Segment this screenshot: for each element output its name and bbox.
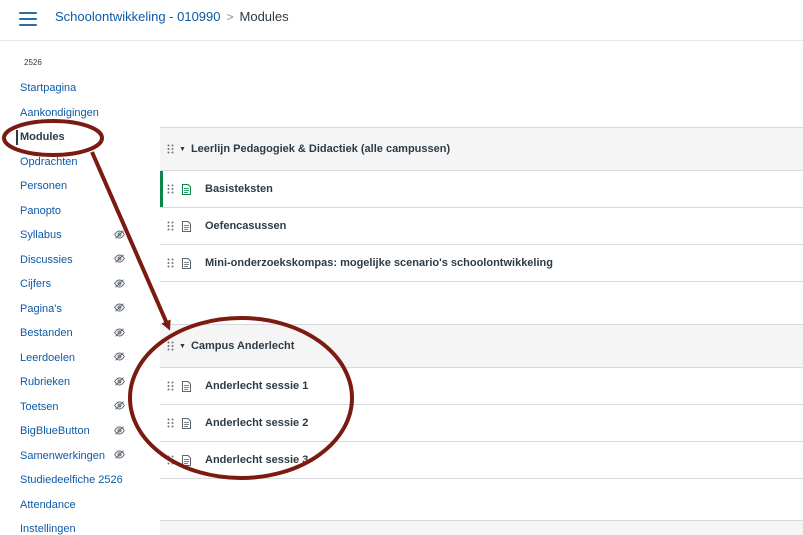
eye-slash-icon [112,370,126,395]
eye-slash-icon [112,419,126,444]
sidebar-item-discussies[interactable]: Discussies [0,248,150,273]
sidebar-item-bigbluebutton[interactable]: BigBlueButton [0,419,150,444]
module-leerlijn: ▼ Leerlijn Pedagogiek & Didactiek (alle … [160,127,803,326]
drag-handle-icon[interactable] [167,455,174,465]
eye-slash-icon [112,223,126,248]
eye-slash-icon [112,395,126,420]
page-icon [182,220,191,232]
course-nav-list: Startpagina Aankondigingen Modules Opdra… [0,76,150,535]
hamburger-menu-icon[interactable] [19,12,37,26]
eye-slash-icon [112,248,126,273]
module-item[interactable]: Basisteksten [160,171,803,208]
module-header[interactable]: ▼ Campus Anderlecht [160,324,803,368]
module-item-title[interactable]: Basisteksten [205,183,273,195]
sidebar-item-personen[interactable]: Personen [0,174,150,199]
module-item-title[interactable]: Anderlecht sessie 1 [205,380,308,392]
module-item[interactable]: Anderlecht sessie 3 [160,442,803,479]
sidebar-item-panopto[interactable]: Panopto [0,199,150,224]
breadcrumb: Schoolontwikkeling - 010990 > Modules [55,9,289,24]
sidebar-item-bestanden[interactable]: Bestanden [0,321,150,346]
page-icon [182,380,191,392]
course-nav-sidebar: 2526 Startpagina Aankondigingen Modules … [0,41,150,535]
page-icon [182,183,191,195]
eye-slash-icon [112,346,126,371]
module-title: Campus Anderlecht [190,340,295,352]
module-item-title[interactable]: Anderlecht sessie 2 [205,417,308,429]
sidebar-item-studiedeelfiche[interactable]: Studiedeelfiche 2526 [0,468,150,493]
drag-handle-icon[interactable] [167,221,174,231]
next-module-header [160,520,803,535]
breadcrumb-current: Modules [239,9,289,24]
module-campus-anderlecht: ▼ Campus Anderlecht Anderlecht sessie 1 … [160,324,803,479]
module-header[interactable]: ▼ Leerlijn Pedagogiek & Didactiek (alle … [160,127,803,171]
sidebar-item-startpagina[interactable]: Startpagina [0,76,150,101]
sidebar-item-samenwerkingen[interactable]: Samenwerkingen [0,444,150,469]
drag-handle-icon[interactable] [167,184,174,194]
sidebar-item-cijfers[interactable]: Cijfers [0,272,150,297]
eye-slash-icon [112,272,126,297]
module-item[interactable]: Oefencasussen [160,208,803,245]
module-item-title[interactable]: Anderlecht sessie 3 [205,454,308,466]
module-footer [160,282,803,326]
drag-handle-icon[interactable] [167,381,174,391]
sidebar-item-aankondigingen[interactable]: Aankondigingen [0,101,150,126]
caret-down-icon[interactable]: ▼ [179,343,186,350]
sidebar-item-rubrieken[interactable]: Rubrieken [0,370,150,395]
sidebar-item-leerdoelen[interactable]: Leerdoelen [0,346,150,371]
eye-slash-icon [112,321,126,346]
drag-handle-icon[interactable] [167,341,174,351]
eye-slash-icon [112,297,126,322]
sidebar-item-instellingen[interactable]: Instellingen [0,517,150,535]
module-title: Leerlijn Pedagogiek & Didactiek (alle ca… [190,143,451,155]
top-bar: Schoolontwikkeling - 010990 > Modules [0,0,803,41]
drag-handle-icon[interactable] [167,258,174,268]
sidebar-item-toetsen[interactable]: Toetsen [0,395,150,420]
eye-slash-icon [112,444,126,469]
sidebar-item-opdrachten[interactable]: Opdrachten [0,150,150,175]
term-label: 2526 [24,58,42,67]
sidebar-item-syllabus[interactable]: Syllabus [0,223,150,248]
sidebar-item-paginas[interactable]: Pagina's [0,297,150,322]
drag-handle-icon[interactable] [167,418,174,428]
module-item[interactable]: Mini-onderzoekskompas: mogelijke scenari… [160,245,803,282]
sidebar-item-attendance[interactable]: Attendance [0,493,150,518]
module-item[interactable]: Anderlecht sessie 1 [160,368,803,405]
module-item-title[interactable]: Oefencasussen [205,220,286,232]
drag-handle-icon[interactable] [167,144,174,154]
breadcrumb-separator: > [226,9,234,24]
caret-down-icon[interactable]: ▼ [179,146,186,153]
page-icon [182,417,191,429]
module-item-title[interactable]: Mini-onderzoekskompas: mogelijke scenari… [205,257,553,269]
page-icon [182,454,191,466]
sidebar-item-modules[interactable]: Modules [0,125,150,150]
breadcrumb-course-link[interactable]: Schoolontwikkeling - 010990 [55,9,221,24]
module-item[interactable]: Anderlecht sessie 2 [160,405,803,442]
page-icon [182,257,191,269]
